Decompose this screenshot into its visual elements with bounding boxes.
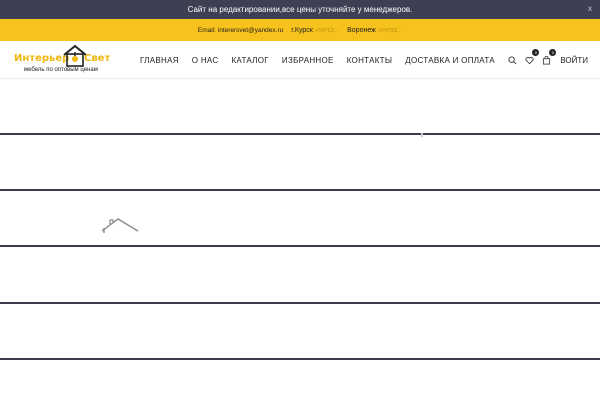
contact-city-voronezh: Воронеж +7(473)2… — [347, 27, 402, 34]
wishlist-button[interactable]: 0 — [524, 49, 540, 65]
section-divider — [0, 189, 600, 191]
site-notice-bar: Сайт на редактировании,все цены уточняйт… — [0, 0, 600, 19]
section-divider — [0, 133, 600, 135]
logo-tagline: мебель по оптовым ценам — [24, 67, 98, 73]
cart-button[interactable]: 0 — [541, 49, 557, 65]
section-divider — [0, 245, 600, 247]
heart-icon — [525, 56, 534, 64]
city-voronezh-label: Воронеж — [347, 26, 376, 34]
logo-word-left: Интерьер — [14, 53, 70, 64]
main-nav: ГЛАВНАЯ О НАС КАТАЛОГ ИЗБРАННОЕ КОНТАКТЫ… — [140, 41, 495, 79]
search-icon — [508, 55, 517, 64]
contact-bar: Email: interersvet@yandex.ru г.Курск +7(… — [0, 19, 600, 41]
city-kursk-phone[interactable]: +7(4712)… — [315, 28, 339, 34]
section-divider — [0, 358, 600, 360]
nav-item-home[interactable]: ГЛАВНАЯ — [140, 56, 179, 65]
cart-count-badge: 0 — [549, 49, 557, 56]
contact-city-kursk: г.Курск +7(4712)… — [291, 27, 339, 34]
nav-item-contacts[interactable]: КОНТАКТЫ — [347, 56, 393, 65]
site-logo[interactable]: Интерьер Свет мебель по оптовым ценам — [12, 44, 122, 76]
close-notice-button[interactable]: x — [588, 4, 592, 13]
city-voronezh-phone[interactable]: +7(473)2… — [378, 28, 402, 34]
wishlist-count-badge: 0 — [532, 49, 540, 56]
nav-item-favorites[interactable]: ИЗБРАННОЕ — [282, 56, 334, 65]
city-kursk-label: г.Курск — [291, 26, 313, 34]
house-roof-icon — [101, 218, 139, 233]
section-divider — [0, 302, 600, 304]
site-header: Интерьер Свет мебель по оптовым ценам ГЛ… — [0, 41, 600, 79]
login-link[interactable]: ВОЙТИ — [560, 56, 588, 65]
search-button[interactable] — [507, 55, 517, 65]
nav-item-delivery[interactable]: ДОСТАВКА И ОПЛАТА — [405, 56, 495, 65]
nav-item-catalog[interactable]: КАТАЛОГ — [231, 56, 268, 65]
contact-email[interactable]: Email: interersvet@yandex.ru — [198, 27, 283, 34]
main-content — [0, 80, 600, 400]
site-notice-text: Сайт на редактировании,все цены уточняйт… — [187, 5, 413, 14]
logo-word-right: Свет — [84, 53, 111, 64]
divider-marker — [421, 133, 423, 137]
header-tools: 0 0 ВОЙТИ — [507, 41, 588, 79]
nav-item-about[interactable]: О НАС — [192, 56, 219, 65]
cart-icon — [542, 55, 550, 65]
